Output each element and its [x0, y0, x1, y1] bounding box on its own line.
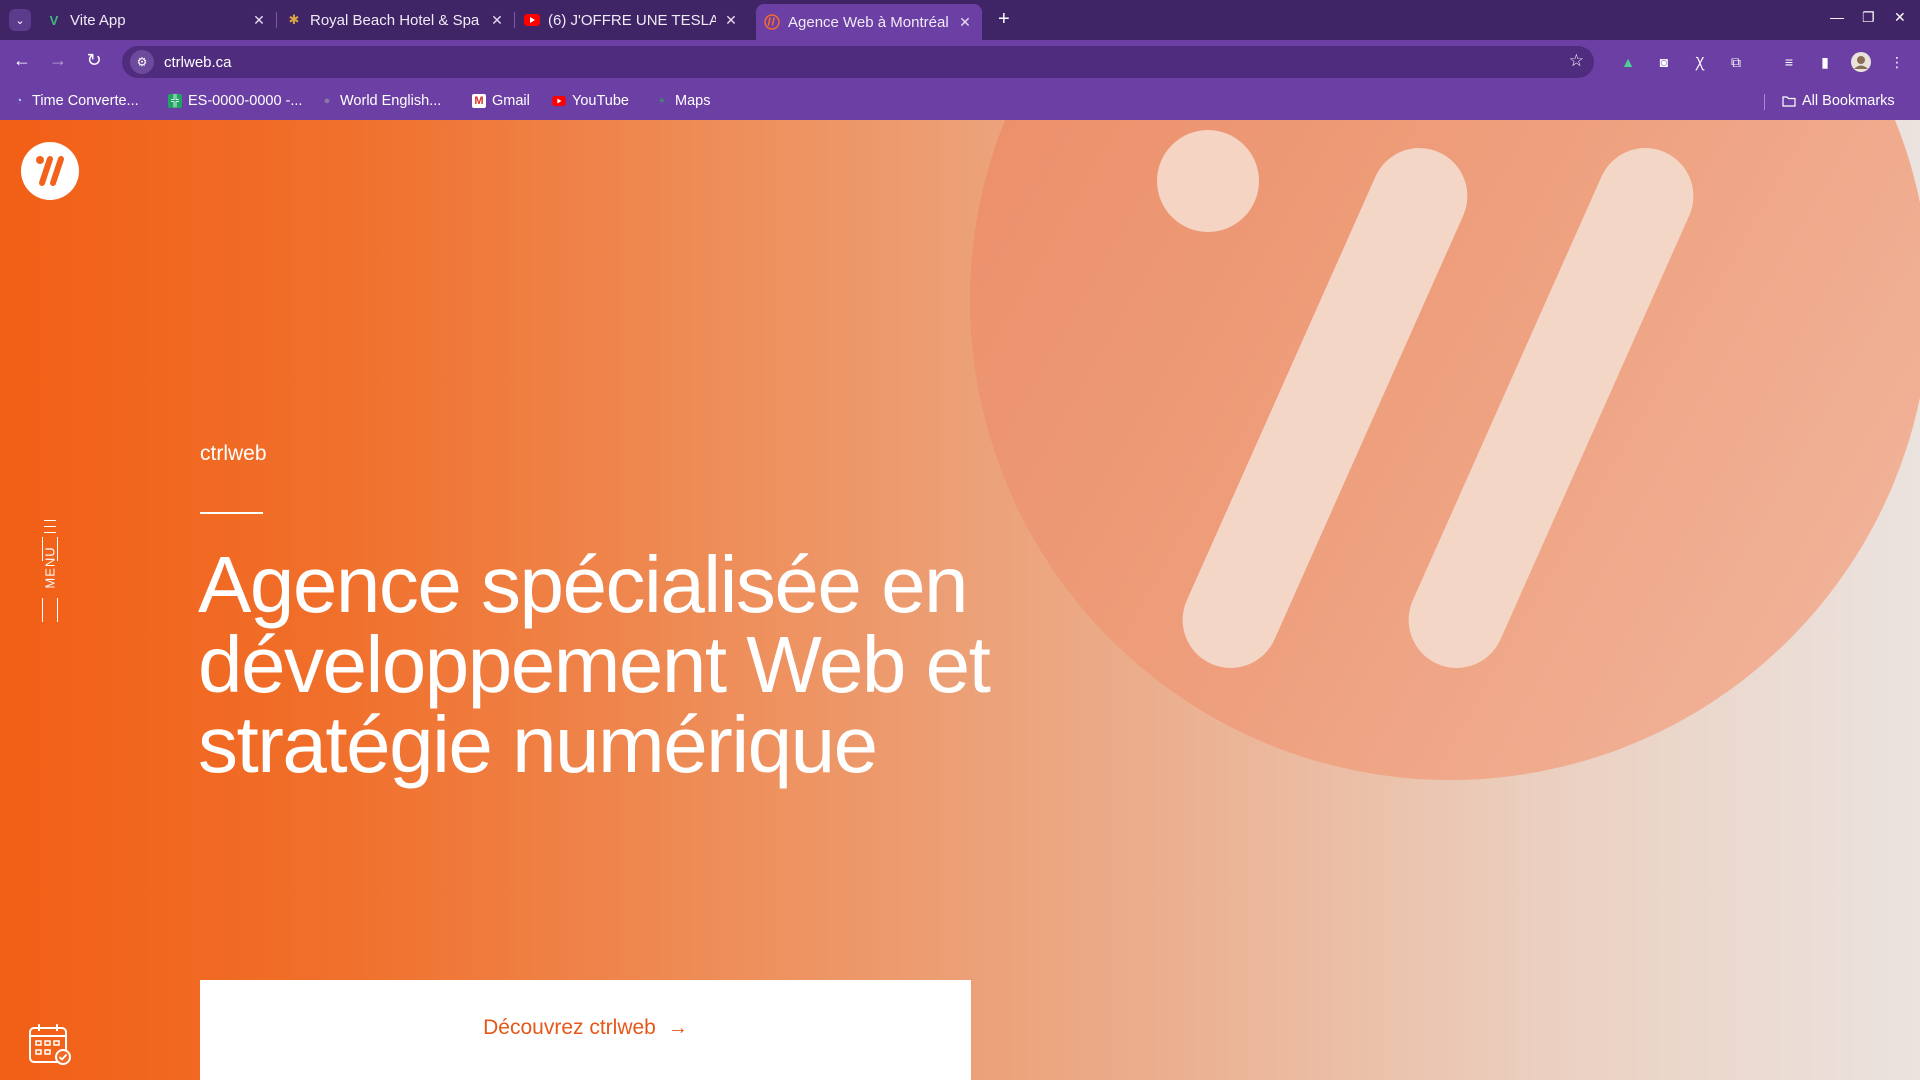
star-icon[interactable]: ☆	[1569, 51, 1584, 71]
browser-toolbar: ← → ↻ ⚙ ctrlweb.ca ☆ ▲ ◙ Ꭓ ⧉ ≡ ▮ ⋮	[0, 40, 1920, 84]
arrow-right-icon: →	[667, 1016, 688, 1039]
translate-icon[interactable]: Ꭓ	[1689, 51, 1711, 73]
youtube-icon	[552, 94, 566, 108]
bookmark-label: World English...	[340, 93, 442, 109]
close-icon[interactable]: ✕	[250, 12, 268, 29]
ctrlweb-logo[interactable]	[21, 142, 79, 200]
all-bookmarks-button[interactable]: All Bookmarks	[1782, 93, 1895, 109]
logo-icon	[36, 156, 64, 186]
screenshot-extension-icon[interactable]: ◙	[1653, 51, 1675, 73]
clock-icon: ◔	[15, 95, 23, 107]
reload-icon: ↻	[86, 50, 102, 70]
brand-name: ctrlweb	[200, 442, 267, 465]
bookmark-label: Time Converte...	[32, 93, 139, 109]
restore-icon[interactable]: ❐	[1862, 9, 1875, 26]
forward-button[interactable]: →	[46, 50, 70, 71]
menu-line	[44, 532, 56, 533]
gmail-icon: M	[472, 94, 486, 108]
menu-line	[42, 598, 43, 622]
bookmark-youtube[interactable]: YouTube	[552, 93, 629, 109]
bookmark-label: Gmail	[492, 93, 530, 109]
maps-icon: ⌖	[658, 94, 666, 107]
ctrlweb-icon	[764, 14, 780, 30]
bookmark-gmail[interactable]: M Gmail	[472, 93, 530, 109]
calendar-check-icon	[29, 1024, 71, 1065]
bookmark-world-english[interactable]: ● World English...	[320, 93, 442, 109]
tab-search-button[interactable]: ⌄	[9, 9, 31, 31]
kebab-menu-icon[interactable]: ⋮	[1886, 51, 1908, 73]
site-info-icon[interactable]: ⚙	[130, 50, 154, 74]
menu-line	[57, 598, 58, 622]
address-bar[interactable]: ⚙ ctrlweb.ca ☆	[122, 46, 1594, 78]
palm-icon: ✱	[288, 12, 300, 27]
vue-logo-icon: V	[49, 12, 59, 28]
page-title: Agence spécialisée en développement Web …	[198, 540, 991, 789]
bookmarks-bar: ◔ Time Converte... ╬ ES-0000-0000 -... ●…	[0, 84, 1920, 120]
address-url: ctrlweb.ca	[164, 53, 232, 71]
tab-title: Royal Beach Hotel & Spa	[310, 11, 480, 29]
bookmarks-separator	[1764, 94, 1765, 110]
bookmark-es-sheet[interactable]: ╬ ES-0000-0000 -...	[168, 93, 302, 109]
brand-divider	[200, 512, 263, 514]
calendar-booking-button[interactable]	[28, 1022, 72, 1066]
vue-devtools-icon[interactable]: ▲	[1617, 51, 1639, 73]
menu-label: MENU	[42, 546, 58, 589]
tab-title: Vite App	[70, 11, 126, 29]
youtube-icon	[524, 12, 540, 28]
side-panel-icon[interactable]: ▮	[1814, 51, 1836, 73]
window-close-icon[interactable]: ✕	[1894, 9, 1906, 26]
bookmark-label: YouTube	[572, 93, 629, 109]
minimize-icon[interactable]: —	[1830, 9, 1844, 25]
close-icon[interactable]: ✕	[956, 14, 974, 31]
avatar[interactable]	[1850, 51, 1872, 73]
all-bookmarks-label: All Bookmarks	[1802, 93, 1895, 109]
arrow-left-icon: ←	[13, 50, 31, 70]
menu-line	[44, 520, 56, 521]
bookmark-label: Maps	[675, 93, 711, 109]
close-icon[interactable]: ✕	[722, 12, 740, 29]
tab-separator	[514, 12, 515, 28]
arrow-right-icon: →	[49, 50, 67, 70]
bookmark-label: ES-0000-0000 -...	[188, 93, 303, 109]
new-tab-button[interactable]: +	[998, 8, 1010, 31]
chevron-down-icon: ⌄	[15, 14, 25, 27]
hero-section: MENU ctrlweb Agence spécialisée en dével…	[0, 120, 1920, 1080]
menu-line	[44, 526, 56, 527]
back-button[interactable]: ←	[10, 50, 34, 71]
puzzle-icon[interactable]: ⧉	[1725, 51, 1747, 73]
discover-button[interactable]: Découvrez ctrlweb →	[200, 980, 971, 1080]
discover-button-label: Découvrez ctrlweb	[483, 1016, 656, 1039]
tab-vite-app[interactable]: V Vite App ✕	[46, 6, 268, 34]
bookmark-maps[interactable]: ⌖ Maps	[655, 93, 711, 109]
folder-icon	[1782, 94, 1796, 108]
sheet-icon: ╬	[168, 94, 182, 108]
reload-button[interactable]: ↻	[82, 50, 106, 71]
tab-title: (6) J'OFFRE UNE TESLA À	[548, 11, 716, 29]
tab-separator	[276, 12, 277, 28]
tab-strip: ⌄ V Vite App ✕ ✱ Royal Beach Hotel & Spa…	[0, 0, 1920, 40]
tab-royal-beach[interactable]: ✱ Royal Beach Hotel & Spa ✕	[286, 6, 506, 34]
media-queue-icon[interactable]: ≡	[1778, 51, 1800, 73]
tab-agence-web[interactable]: Agence Web à Montréal ✕	[756, 4, 982, 40]
decorative-dot	[1157, 130, 1259, 232]
close-icon[interactable]: ✕	[488, 12, 506, 29]
tab-title: Agence Web à Montréal	[788, 13, 949, 31]
globe-icon: ●	[323, 95, 331, 107]
bookmark-time-converter[interactable]: ◔ Time Converte...	[12, 93, 139, 109]
tab-youtube-video[interactable]: (6) J'OFFRE UNE TESLA À ✕	[524, 6, 740, 34]
menu-toggle[interactable]: MENU	[38, 520, 62, 622]
